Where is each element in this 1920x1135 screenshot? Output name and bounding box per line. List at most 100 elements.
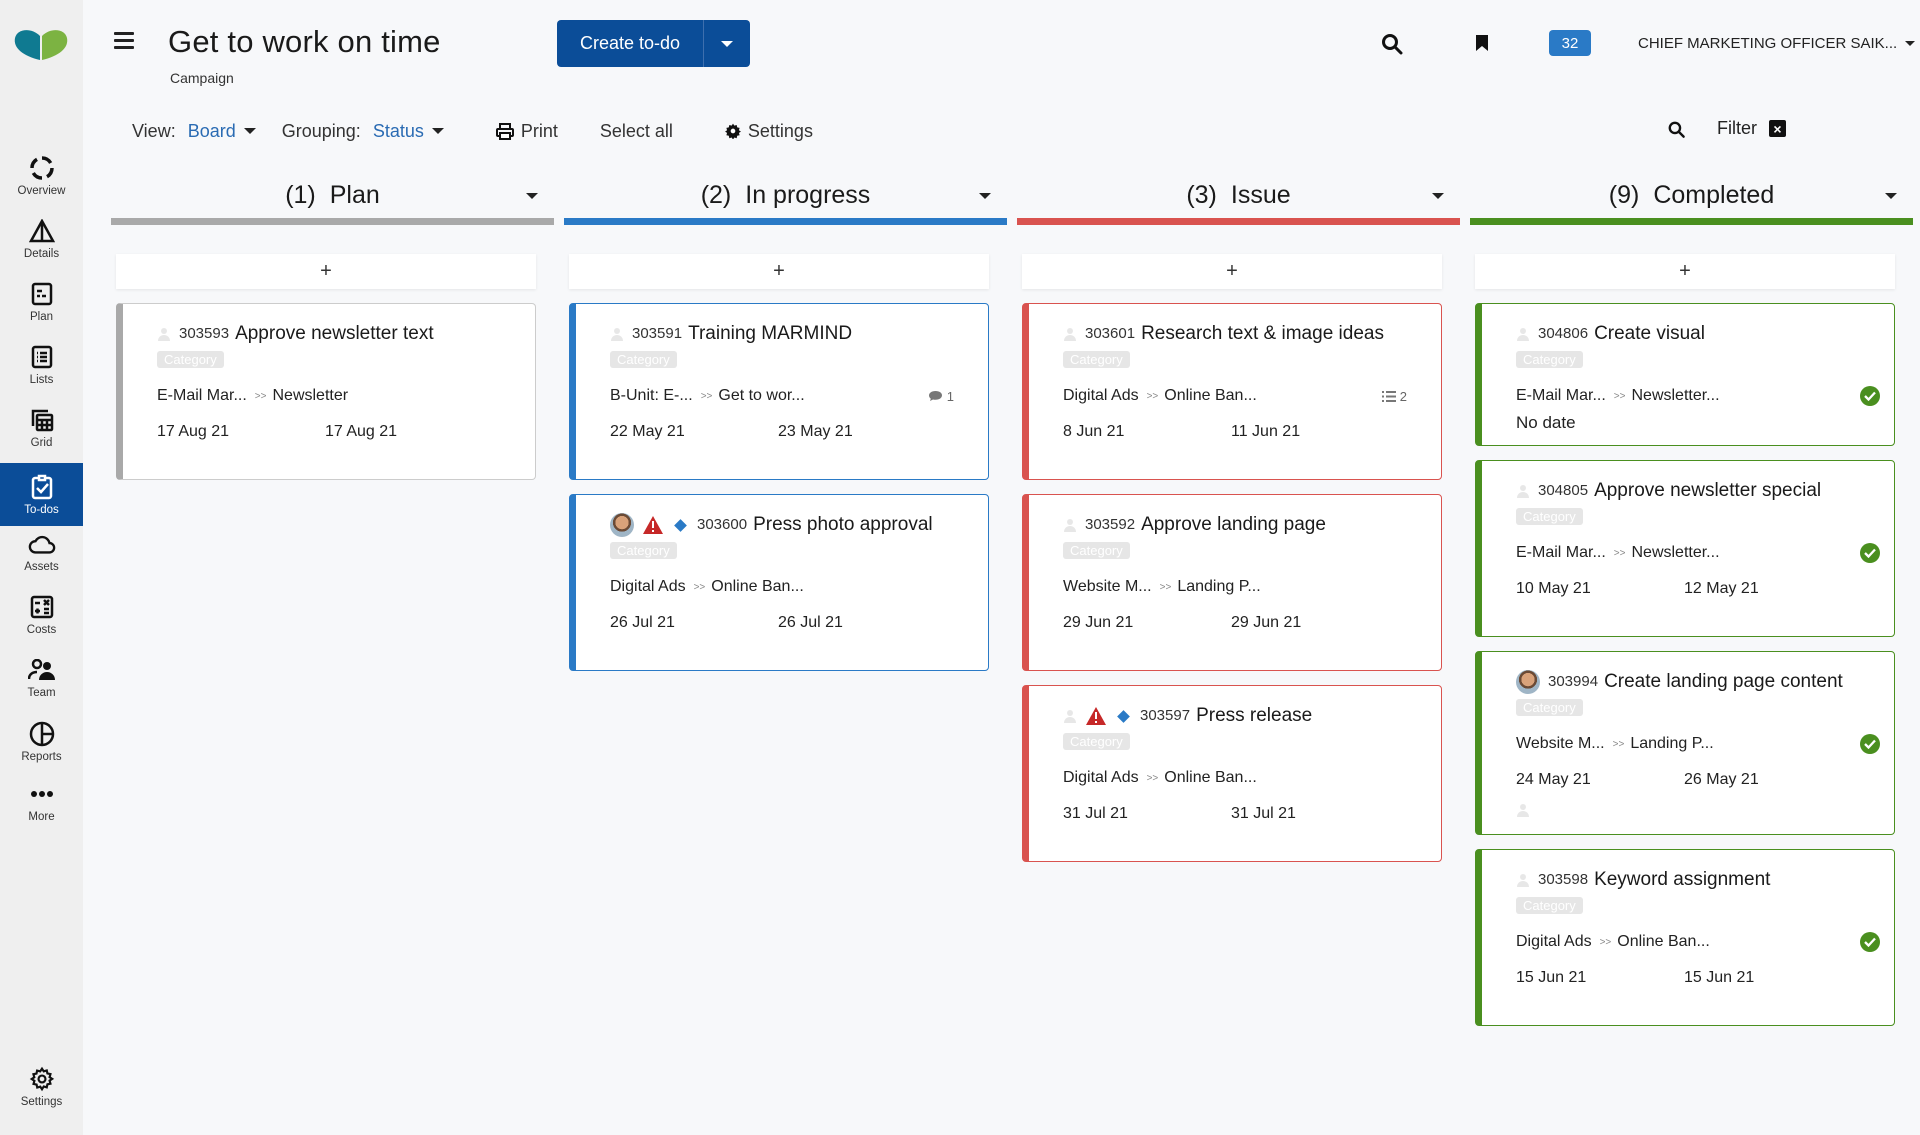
sidebar-item-label: Overview xyxy=(17,184,66,197)
sidebar-item-assets[interactable]: Assets xyxy=(0,520,83,582)
sidebar-item-more[interactable]: More xyxy=(0,770,83,832)
sidebar-item-team[interactable]: Team xyxy=(0,646,83,708)
todo-card[interactable]: 303601 Research text & image ideas Categor… xyxy=(1022,303,1442,480)
todo-card[interactable]: 303591 Training MARMIND Category B-Unit: E-… xyxy=(569,303,989,480)
view-select[interactable]: Board xyxy=(188,121,256,142)
card-dates: 15 Jun 21 15 Jun 21 xyxy=(1516,969,1876,987)
caret-down-icon[interactable] xyxy=(979,193,991,199)
subtask-count[interactable]: 2 xyxy=(1381,389,1407,404)
board-settings-button[interactable]: Settings xyxy=(724,120,813,142)
sidebar-item-costs[interactable]: Costs xyxy=(0,583,83,645)
todo-card[interactable]: 304806 Create visual Category E-Mail Mar...… xyxy=(1475,303,1895,446)
path-parent: Digital Ads xyxy=(1063,387,1139,404)
column-status-bar xyxy=(111,218,554,225)
sidebar-item-label: To-dos xyxy=(24,504,59,516)
card-id: 303592 xyxy=(1085,516,1136,533)
todo-card[interactable]: 303598 Keyword assignment Category Digital … xyxy=(1475,849,1895,1026)
add-card-button[interactable]: + xyxy=(569,254,989,289)
card-icons xyxy=(610,510,689,540)
add-card-button[interactable]: + xyxy=(116,254,536,289)
board-search-button[interactable] xyxy=(1667,120,1686,144)
unassigned-person-icon xyxy=(1064,710,1076,723)
clear-filter-icon[interactable]: × xyxy=(1769,120,1786,137)
sidebar-item-todos[interactable]: To-dos xyxy=(0,463,83,526)
card-title: Approve landing page xyxy=(1141,514,1326,535)
assignee-slot[interactable] xyxy=(1516,803,1876,822)
sidebar-item-label: Reports xyxy=(21,750,62,763)
card-title-row: 304806 Create visual xyxy=(1516,319,1876,349)
settings-label: Settings xyxy=(747,120,813,141)
column-header[interactable]: (3) Issue xyxy=(1017,172,1460,218)
sidebar-item-settings[interactable]: Settings xyxy=(0,1055,83,1117)
path-separator-icon: >> xyxy=(700,390,713,402)
sidebar-item-overview[interactable]: Overview xyxy=(0,144,83,206)
todo-card[interactable]: 304805 Approve newsletter special Category… xyxy=(1475,460,1895,637)
filter-control[interactable]: Filter × xyxy=(1717,118,1786,139)
card-title: Press photo approval xyxy=(753,514,933,535)
notification-badge[interactable]: 32 xyxy=(1549,30,1591,56)
column-header[interactable]: (1) Plan xyxy=(111,172,554,218)
card-title: Keyword assignment xyxy=(1594,869,1771,890)
start-date: 10 May 21 xyxy=(1516,580,1591,597)
bookmark-button[interactable] xyxy=(1475,34,1489,57)
end-date: 26 Jul 21 xyxy=(778,614,843,631)
todo-card[interactable]: 303994 Create landing page content Categor… xyxy=(1475,651,1895,835)
select-all-button[interactable]: Select all xyxy=(600,121,673,142)
caret-down-icon[interactable] xyxy=(526,193,538,199)
print-button[interactable]: Print xyxy=(495,121,558,142)
column-header[interactable]: (9) Completed xyxy=(1470,172,1913,218)
global-search-button[interactable] xyxy=(1380,32,1404,61)
column-header[interactable]: (2) In progress xyxy=(564,172,1007,218)
gear-icon xyxy=(28,1065,56,1093)
caret-down-icon xyxy=(243,128,256,134)
unassigned-person-icon xyxy=(611,328,623,341)
card-icons xyxy=(1063,319,1077,349)
column-status-bar xyxy=(1017,218,1460,225)
comment-count[interactable]: 1 xyxy=(928,389,954,404)
overview-icon xyxy=(28,154,56,182)
sidebar-item-lists[interactable]: Lists xyxy=(0,333,83,395)
grid-icon xyxy=(28,406,56,434)
milestone-icon xyxy=(1117,709,1130,723)
card-icons xyxy=(1516,476,1530,506)
create-todo-button[interactable]: Create to-do xyxy=(557,20,703,67)
unassigned-person-icon xyxy=(1517,328,1529,341)
sidebar-item-grid[interactable]: Grid xyxy=(0,396,83,458)
sidebar-item-reports[interactable]: Reports xyxy=(0,710,83,772)
search-icon xyxy=(1668,121,1685,138)
path-child: Newsletter... xyxy=(1631,387,1720,404)
user-menu[interactable]: CHIEF MARKETING OFFICER SAIK... xyxy=(1638,35,1916,52)
caret-down-icon[interactable] xyxy=(1885,193,1897,199)
add-card-button[interactable]: + xyxy=(1022,254,1442,289)
grouping-label: Grouping: xyxy=(281,120,361,141)
start-date: 24 May 21 xyxy=(1516,771,1591,788)
card-path: Digital Ads >> Online Ban... xyxy=(1516,932,1880,952)
sidebar-item-plan[interactable]: Plan xyxy=(0,270,83,332)
todo-card[interactable]: 303593 Approve newsletter text Category E-M… xyxy=(116,303,536,480)
create-todo-dropdown-button[interactable] xyxy=(703,20,750,67)
card-path: E-Mail Mar... >> Newsletter xyxy=(157,387,517,405)
start-date: 8 Jun 21 xyxy=(1063,423,1125,440)
lists-icon xyxy=(28,343,56,371)
add-card-button[interactable]: + xyxy=(1475,254,1895,289)
grouping-value: Status xyxy=(372,120,424,141)
todo-card[interactable]: 303592 Approve landing page Category Websit… xyxy=(1022,494,1442,671)
sidebar-item-details[interactable]: Details xyxy=(0,207,83,269)
end-date: 29 Jun 21 xyxy=(1231,614,1302,631)
card-title: Create visual xyxy=(1594,323,1705,344)
avatar[interactable] xyxy=(610,513,634,537)
grouping-select[interactable]: Status xyxy=(373,121,444,142)
caret-down-icon[interactable] xyxy=(1432,193,1444,199)
start-date: 22 May 21 xyxy=(610,423,685,440)
todo-card[interactable]: 303597 Press release Category Digital Ads >>… xyxy=(1022,685,1442,862)
path-child: Online Ban... xyxy=(711,578,804,595)
todos-icon xyxy=(28,473,56,501)
path-separator-icon: >> xyxy=(1146,390,1159,402)
card-title-row: 303600 Press photo approval xyxy=(610,510,970,540)
path-child: Newsletter xyxy=(272,387,349,404)
todo-card[interactable]: 303600 Press photo approval Category Digita… xyxy=(569,494,989,671)
hamburger-menu-icon[interactable] xyxy=(114,32,134,50)
milestone-icon xyxy=(674,518,687,532)
avatar[interactable] xyxy=(1516,670,1540,694)
app-logo-icon[interactable] xyxy=(13,26,69,62)
